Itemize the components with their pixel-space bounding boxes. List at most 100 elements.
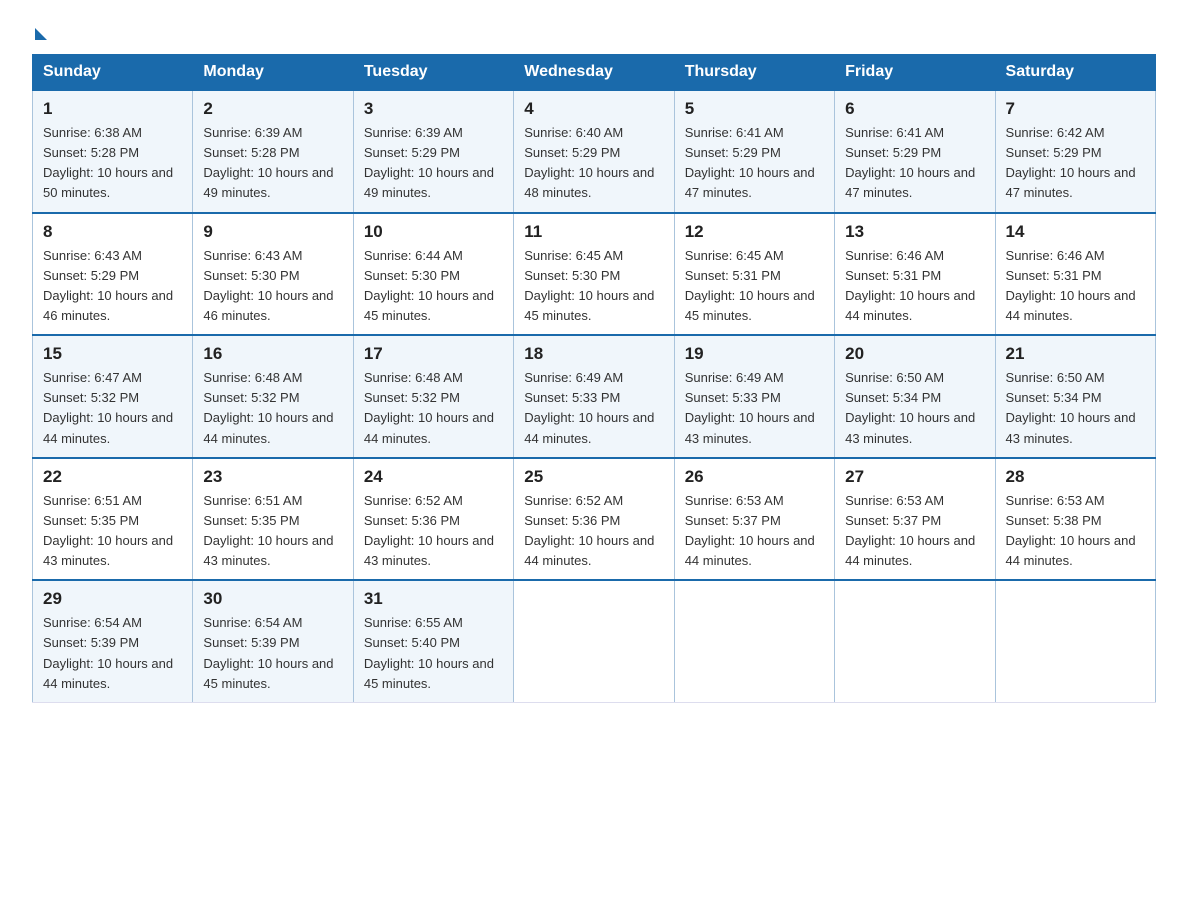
calendar-cell: 28 Sunrise: 6:53 AMSunset: 5:38 PMDayligh… xyxy=(995,458,1155,581)
column-header-monday: Monday xyxy=(193,55,353,91)
day-number: 6 xyxy=(845,99,984,119)
calendar-cell: 29 Sunrise: 6:54 AMSunset: 5:39 PMDayligh… xyxy=(33,580,193,702)
day-info: Sunrise: 6:53 AMSunset: 5:38 PMDaylight:… xyxy=(1006,491,1145,572)
column-header-tuesday: Tuesday xyxy=(353,55,513,91)
day-info: Sunrise: 6:48 AMSunset: 5:32 PMDaylight:… xyxy=(203,368,342,449)
calendar-cell: 21 Sunrise: 6:50 AMSunset: 5:34 PMDayligh… xyxy=(995,335,1155,458)
day-number: 1 xyxy=(43,99,182,119)
day-number: 9 xyxy=(203,222,342,242)
day-number: 13 xyxy=(845,222,984,242)
day-number: 29 xyxy=(43,589,182,609)
day-info: Sunrise: 6:49 AMSunset: 5:33 PMDaylight:… xyxy=(685,368,824,449)
day-info: Sunrise: 6:41 AMSunset: 5:29 PMDaylight:… xyxy=(685,123,824,204)
day-number: 19 xyxy=(685,344,824,364)
day-number: 28 xyxy=(1006,467,1145,487)
header xyxy=(32,24,1156,36)
calendar-week-row: 8 Sunrise: 6:43 AMSunset: 5:29 PMDaylight… xyxy=(33,213,1156,336)
calendar-cell: 23 Sunrise: 6:51 AMSunset: 5:35 PMDayligh… xyxy=(193,458,353,581)
day-info: Sunrise: 6:55 AMSunset: 5:40 PMDaylight:… xyxy=(364,613,503,694)
day-info: Sunrise: 6:53 AMSunset: 5:37 PMDaylight:… xyxy=(845,491,984,572)
day-info: Sunrise: 6:52 AMSunset: 5:36 PMDaylight:… xyxy=(524,491,663,572)
day-info: Sunrise: 6:47 AMSunset: 5:32 PMDaylight:… xyxy=(43,368,182,449)
calendar-cell: 18 Sunrise: 6:49 AMSunset: 5:33 PMDayligh… xyxy=(514,335,674,458)
calendar-cell: 17Sunrise: 6:48 AMSunset: 5:32 PMDayligh… xyxy=(353,335,513,458)
day-number: 5 xyxy=(685,99,824,119)
day-number: 11 xyxy=(524,222,663,242)
calendar-cell: 27 Sunrise: 6:53 AMSunset: 5:37 PMDayligh… xyxy=(835,458,995,581)
calendar-cell: 12Sunrise: 6:45 AMSunset: 5:31 PMDayligh… xyxy=(674,213,834,336)
day-number: 24 xyxy=(364,467,503,487)
day-number: 17 xyxy=(364,344,503,364)
calendar-cell: 3 Sunrise: 6:39 AMSunset: 5:29 PMDaylight… xyxy=(353,90,513,213)
calendar-cell: 10Sunrise: 6:44 AMSunset: 5:30 PMDayligh… xyxy=(353,213,513,336)
calendar-cell: 20 Sunrise: 6:50 AMSunset: 5:34 PMDayligh… xyxy=(835,335,995,458)
day-info: Sunrise: 6:49 AMSunset: 5:33 PMDaylight:… xyxy=(524,368,663,449)
calendar-cell: 25 Sunrise: 6:52 AMSunset: 5:36 PMDayligh… xyxy=(514,458,674,581)
calendar-cell xyxy=(995,580,1155,702)
day-info: Sunrise: 6:40 AMSunset: 5:29 PMDaylight:… xyxy=(524,123,663,204)
calendar-week-row: 15 Sunrise: 6:47 AMSunset: 5:32 PMDayligh… xyxy=(33,335,1156,458)
day-info: Sunrise: 6:50 AMSunset: 5:34 PMDaylight:… xyxy=(845,368,984,449)
day-number: 16 xyxy=(203,344,342,364)
calendar-cell: 14Sunrise: 6:46 AMSunset: 5:31 PMDayligh… xyxy=(995,213,1155,336)
day-info: Sunrise: 6:51 AMSunset: 5:35 PMDaylight:… xyxy=(43,491,182,572)
calendar-cell: 5 Sunrise: 6:41 AMSunset: 5:29 PMDaylight… xyxy=(674,90,834,213)
calendar-table: SundayMondayTuesdayWednesdayThursdayFrid… xyxy=(32,54,1156,703)
day-number: 10 xyxy=(364,222,503,242)
day-number: 23 xyxy=(203,467,342,487)
calendar-week-row: 1 Sunrise: 6:38 AMSunset: 5:28 PMDaylight… xyxy=(33,90,1156,213)
calendar-cell: 11Sunrise: 6:45 AMSunset: 5:30 PMDayligh… xyxy=(514,213,674,336)
day-number: 15 xyxy=(43,344,182,364)
day-number: 8 xyxy=(43,222,182,242)
calendar-cell: 1 Sunrise: 6:38 AMSunset: 5:28 PMDaylight… xyxy=(33,90,193,213)
calendar-cell: 8 Sunrise: 6:43 AMSunset: 5:29 PMDaylight… xyxy=(33,213,193,336)
calendar-cell: 2Sunrise: 6:39 AMSunset: 5:28 PMDaylight… xyxy=(193,90,353,213)
column-header-sunday: Sunday xyxy=(33,55,193,91)
day-info: Sunrise: 6:46 AMSunset: 5:31 PMDaylight:… xyxy=(845,246,984,327)
day-number: 25 xyxy=(524,467,663,487)
day-number: 21 xyxy=(1006,344,1145,364)
day-info: Sunrise: 6:39 AMSunset: 5:29 PMDaylight:… xyxy=(364,123,503,204)
day-number: 3 xyxy=(364,99,503,119)
day-info: Sunrise: 6:38 AMSunset: 5:28 PMDaylight:… xyxy=(43,123,182,204)
calendar-cell xyxy=(674,580,834,702)
calendar-cell: 19 Sunrise: 6:49 AMSunset: 5:33 PMDayligh… xyxy=(674,335,834,458)
day-number: 22 xyxy=(43,467,182,487)
day-number: 31 xyxy=(364,589,503,609)
day-info: Sunrise: 6:53 AMSunset: 5:37 PMDaylight:… xyxy=(685,491,824,572)
day-number: 20 xyxy=(845,344,984,364)
calendar-cell xyxy=(514,580,674,702)
day-info: Sunrise: 6:43 AMSunset: 5:29 PMDaylight:… xyxy=(43,246,182,327)
calendar-week-row: 22 Sunrise: 6:51 AMSunset: 5:35 PMDayligh… xyxy=(33,458,1156,581)
day-info: Sunrise: 6:54 AMSunset: 5:39 PMDaylight:… xyxy=(43,613,182,694)
logo-triangle-icon xyxy=(35,28,47,40)
day-info: Sunrise: 6:54 AMSunset: 5:39 PMDaylight:… xyxy=(203,613,342,694)
calendar-cell: 16 Sunrise: 6:48 AMSunset: 5:32 PMDayligh… xyxy=(193,335,353,458)
calendar-cell: 22 Sunrise: 6:51 AMSunset: 5:35 PMDayligh… xyxy=(33,458,193,581)
day-info: Sunrise: 6:43 AMSunset: 5:30 PMDaylight:… xyxy=(203,246,342,327)
day-number: 4 xyxy=(524,99,663,119)
day-number: 2 xyxy=(203,99,342,119)
calendar-cell: 31 Sunrise: 6:55 AMSunset: 5:40 PMDayligh… xyxy=(353,580,513,702)
day-info: Sunrise: 6:52 AMSunset: 5:36 PMDaylight:… xyxy=(364,491,503,572)
calendar-cell: 9 Sunrise: 6:43 AMSunset: 5:30 PMDaylight… xyxy=(193,213,353,336)
column-header-wednesday: Wednesday xyxy=(514,55,674,91)
day-number: 18 xyxy=(524,344,663,364)
day-number: 27 xyxy=(845,467,984,487)
day-number: 30 xyxy=(203,589,342,609)
day-info: Sunrise: 6:41 AMSunset: 5:29 PMDaylight:… xyxy=(845,123,984,204)
calendar-cell xyxy=(835,580,995,702)
calendar-cell: 13 Sunrise: 6:46 AMSunset: 5:31 PMDayligh… xyxy=(835,213,995,336)
calendar-cell: 26 Sunrise: 6:53 AMSunset: 5:37 PMDayligh… xyxy=(674,458,834,581)
day-info: Sunrise: 6:50 AMSunset: 5:34 PMDaylight:… xyxy=(1006,368,1145,449)
calendar-cell: 7Sunrise: 6:42 AMSunset: 5:29 PMDaylight… xyxy=(995,90,1155,213)
day-number: 14 xyxy=(1006,222,1145,242)
calendar-cell: 6 Sunrise: 6:41 AMSunset: 5:29 PMDaylight… xyxy=(835,90,995,213)
day-info: Sunrise: 6:51 AMSunset: 5:35 PMDaylight:… xyxy=(203,491,342,572)
calendar-cell: 30 Sunrise: 6:54 AMSunset: 5:39 PMDayligh… xyxy=(193,580,353,702)
day-number: 26 xyxy=(685,467,824,487)
day-number: 12 xyxy=(685,222,824,242)
column-header-thursday: Thursday xyxy=(674,55,834,91)
day-info: Sunrise: 6:42 AMSunset: 5:29 PMDaylight:… xyxy=(1006,123,1145,204)
calendar-week-row: 29 Sunrise: 6:54 AMSunset: 5:39 PMDayligh… xyxy=(33,580,1156,702)
